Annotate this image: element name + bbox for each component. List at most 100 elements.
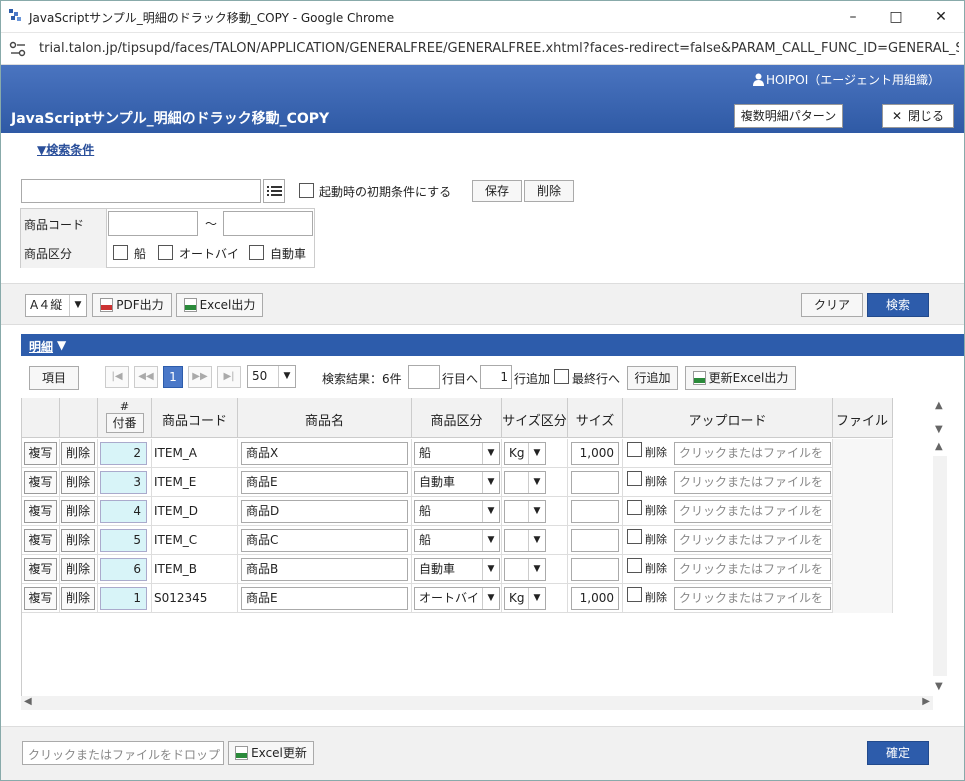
delete-row-button[interactable]: 削除 (61, 442, 95, 465)
header-file[interactable]: ファイル (833, 398, 893, 438)
delete-row-button[interactable]: 削除 (61, 500, 95, 523)
size-type-select[interactable]: Kg ▼ (504, 442, 546, 465)
header-size-type[interactable]: サイズ区分 (502, 398, 568, 438)
columns-button[interactable]: 項目 (29, 366, 79, 390)
header-product-code[interactable]: 商品コード (152, 398, 238, 438)
maximize-button[interactable]: □ (886, 7, 906, 27)
category-select[interactable]: 自動車 ▼ (414, 471, 500, 494)
scroll-right-icon[interactable]: ▶ (922, 696, 930, 707)
row-number[interactable]: 2 (100, 442, 147, 465)
size-input[interactable]: 1,000 (571, 442, 619, 465)
user-label[interactable]: HOIPOI（エージェント用組織） (753, 71, 940, 88)
header-upload[interactable]: アップロード (623, 398, 833, 438)
search-conditions-toggle[interactable]: ▼検索条件 (37, 141, 94, 158)
delete-row-button[interactable]: 削除 (61, 587, 95, 610)
row-number[interactable]: 3 (100, 471, 147, 494)
row-number[interactable]: 4 (100, 500, 147, 523)
page-size-select[interactable]: 50 ▼ (247, 365, 296, 388)
scroll-up-icon[interactable]: ▲ (935, 441, 943, 452)
scroll-top-icon[interactable]: ▲ (935, 400, 943, 411)
condition-list-button[interactable] (263, 179, 285, 203)
upload-delete-checkbox[interactable] (627, 529, 642, 544)
upload-delete-checkbox[interactable] (627, 558, 642, 573)
confirm-button[interactable]: 確定 (867, 741, 929, 765)
upload-delete-checkbox[interactable] (627, 587, 642, 602)
add-count-input[interactable]: 1 (480, 365, 512, 389)
upload-drop-input[interactable]: クリックまたはファイルを (674, 558, 831, 581)
details-section-header[interactable]: 明細 ▼ (21, 334, 964, 356)
upload-drop-input[interactable]: クリックまたはファイルを (674, 500, 831, 523)
header-product-name[interactable]: 商品名 (238, 398, 412, 438)
current-page[interactable]: 1 (163, 366, 183, 388)
category-select[interactable]: オートバイ ▼ (414, 587, 500, 610)
size-input[interactable] (571, 558, 619, 581)
grid-vertical-scrollbar[interactable]: ▲ ▼ ▲ ▼ (933, 398, 947, 698)
copy-row-button[interactable]: 複写 (24, 500, 57, 523)
upload-delete-checkbox[interactable] (627, 471, 642, 486)
size-input[interactable] (571, 471, 619, 494)
upload-drop-input[interactable]: クリックまたはファイルを (674, 587, 831, 610)
size-type-select[interactable]: ▼ (504, 529, 546, 552)
clear-button[interactable]: クリア (801, 293, 863, 317)
product-name-input[interactable]: 商品B (241, 558, 408, 581)
numbering-button[interactable]: 付番 (105, 413, 144, 433)
copy-row-button[interactable]: 複写 (24, 529, 57, 552)
copy-row-button[interactable]: 複写 (24, 587, 57, 610)
close-window-button[interactable]: ✕ (931, 7, 951, 27)
upload-delete-checkbox[interactable] (627, 500, 642, 515)
size-type-select[interactable]: Kg ▼ (504, 587, 546, 610)
header-category[interactable]: 商品区分 (412, 398, 502, 438)
upload-drop-input[interactable]: クリックまたはファイルを (674, 529, 831, 552)
size-type-select[interactable]: ▼ (504, 500, 546, 523)
excel-update-button[interactable]: Excel更新 (228, 741, 314, 765)
next-page-button[interactable]: ▶▶ (188, 366, 212, 388)
minimize-button[interactable]: – (843, 7, 863, 27)
last-page-button[interactable]: ▶| (217, 366, 241, 388)
condition-name-input[interactable] (21, 179, 261, 203)
scroll-bottom-icon[interactable]: ▼ (935, 681, 943, 692)
row-number[interactable]: 5 (100, 529, 147, 552)
site-settings-icon[interactable] (9, 41, 27, 57)
first-page-button[interactable]: |◀ (105, 366, 129, 388)
size-type-select[interactable]: ▼ (504, 471, 546, 494)
category-select[interactable]: 船 ▼ (414, 529, 500, 552)
delete-row-button[interactable]: 削除 (61, 529, 95, 552)
category-ship-checkbox[interactable] (113, 245, 128, 260)
excel-update-export-button[interactable]: 更新Excel出力 (685, 366, 796, 390)
product-name-input[interactable]: 商品E (241, 471, 408, 494)
startup-condition-checkbox[interactable] (299, 183, 314, 198)
add-row-button[interactable]: 行追加 (627, 366, 678, 390)
close-page-button[interactable]: ✕ 閉じる (882, 104, 954, 128)
delete-row-button[interactable]: 削除 (61, 558, 95, 581)
save-condition-button[interactable]: 保存 (472, 180, 522, 202)
size-type-select[interactable]: ▼ (504, 558, 546, 581)
last-row-checkbox[interactable] (554, 369, 569, 384)
size-input[interactable] (571, 500, 619, 523)
product-name-input[interactable]: 商品C (241, 529, 408, 552)
product-name-input[interactable]: 商品E (241, 587, 408, 610)
grid-horizontal-scrollbar[interactable]: ◀ ▶ (21, 696, 933, 710)
file-drop-input[interactable]: クリックまたはファイルをドロップ (22, 741, 224, 765)
product-name-input[interactable]: 商品X (241, 442, 408, 465)
header-size[interactable]: サイズ (568, 398, 623, 438)
upload-delete-checkbox[interactable] (627, 442, 642, 457)
product-code-from-input[interactable] (108, 211, 198, 236)
category-select[interactable]: 自動車 ▼ (414, 558, 500, 581)
scroll-left-icon[interactable]: ◀ (24, 696, 32, 707)
delete-condition-button[interactable]: 削除 (524, 180, 574, 202)
delete-row-button[interactable]: 削除 (61, 471, 95, 494)
size-input[interactable]: 1,000 (571, 587, 619, 610)
excel-export-button[interactable]: Excel出力 (176, 293, 263, 317)
scroll-down-small-icon[interactable]: ▼ (935, 424, 943, 435)
copy-row-button[interactable]: 複写 (24, 558, 57, 581)
url-text[interactable]: trial.talon.jp/tipsupd/faces/TALON/APPLI… (39, 41, 959, 56)
product-name-input[interactable]: 商品D (241, 500, 408, 523)
category-select[interactable]: 船 ▼ (414, 500, 500, 523)
paper-size-select[interactable]: A４縦 ▼ (25, 294, 87, 317)
scrollbar-track[interactable] (933, 456, 947, 676)
category-select[interactable]: 船 ▼ (414, 442, 500, 465)
upload-drop-input[interactable]: クリックまたはファイルを (674, 471, 831, 494)
category-bike-checkbox[interactable] (158, 245, 173, 260)
size-input[interactable] (571, 529, 619, 552)
copy-row-button[interactable]: 複写 (24, 471, 57, 494)
